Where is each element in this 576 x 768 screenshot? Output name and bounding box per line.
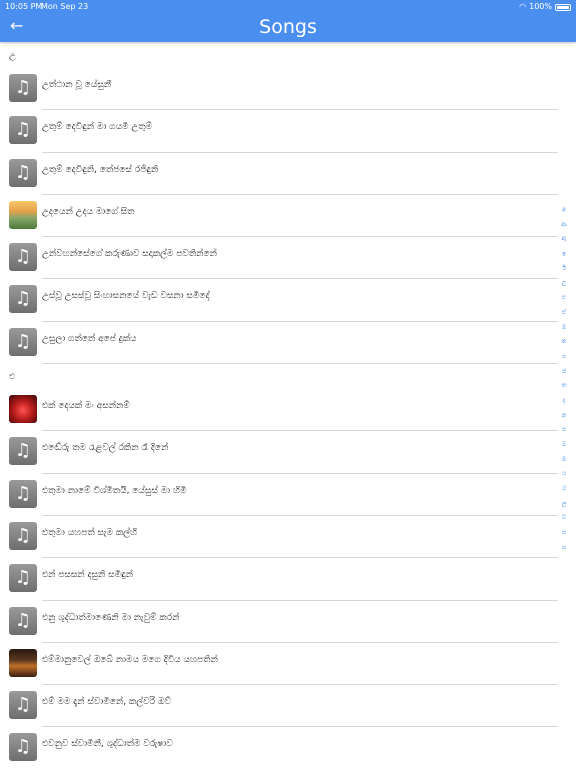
music-note-icon: ♫: [9, 158, 37, 187]
music-note-icon: ♫: [9, 691, 37, 720]
song-list-item[interactable]: ♫ එතුමා නාමේ විශ්මිතයි, යේසුස් මා හිමි: [0, 474, 576, 516]
index-letter[interactable]: ව: [558, 511, 570, 526]
music-note-glyph: ♫: [14, 440, 32, 462]
music-note-icon: ♫: [9, 243, 37, 272]
music-note-glyph: ♫: [14, 288, 32, 310]
song-title: එම්මානුවෙල් ඔබේ නාමය මගෙ දිවිය යහපතින්: [42, 654, 218, 665]
song-list-item[interactable]: ♫ උස්වූ උසස්වූ සිංහාසනයේ වැඩ වසනා සමිදේ: [0, 279, 576, 322]
status-bar: 10:05 PM Mon Sep 23 ◠ 100%: [5, 1, 571, 13]
song-list-item[interactable]: ♫ එතුමා යහපත් සැම කල්හි: [0, 516, 576, 559]
index-letter[interactable]: ය: [558, 467, 570, 482]
song-title: උසුලා ගත්තේ අපේ දුක්ය: [42, 333, 137, 344]
music-note-glyph: ♫: [14, 77, 32, 98]
song-list-item[interactable]: උදයෙන් උදය මාගේ සිත: [0, 195, 576, 238]
song-title: එක් දෙයක් මං අසන්නම්: [42, 401, 130, 412]
index-letter[interactable]: ත: [558, 379, 570, 394]
song-thumbnail-image: [9, 395, 37, 424]
index-letter[interactable]: ආ: [558, 218, 570, 233]
index-letter[interactable]: ඒ: [558, 306, 570, 321]
song-list-item[interactable]: ♫ එවනුව ස්වාමීනී, ශුද්ධාත්ම වරුෂාව: [0, 727, 576, 768]
music-note-icon: ♫: [9, 285, 37, 314]
music-note-glyph: ♫: [14, 609, 32, 631]
music-note-icon: ♫: [9, 606, 37, 635]
index-letter[interactable]: ස: [558, 526, 570, 541]
index-letter[interactable]: න: [558, 409, 570, 424]
index-letter[interactable]: ප: [558, 423, 570, 438]
music-note-icon: ♫: [9, 327, 37, 356]
index-letter[interactable]: ජ: [558, 365, 570, 380]
row-divider: [42, 363, 558, 365]
music-note-glyph: ♫: [14, 524, 32, 546]
song-title: එතුමා යහපත් සැම කල්හි: [42, 527, 138, 538]
wifi-icon: ◠: [519, 2, 527, 11]
index-letter[interactable]: ද: [558, 394, 570, 409]
index-letter[interactable]: ක: [558, 335, 570, 350]
section-header: එ: [9, 372, 16, 383]
song-list-item[interactable]: ♫ එන් පසසන් දසුනි සමිඳුන්: [0, 558, 576, 601]
song-list-item[interactable]: ♫ එනු ශුද්ධාත්මාණෙනි මා නැවුම් කරන්: [0, 601, 576, 643]
music-note-glyph: ♫: [14, 119, 32, 141]
index-letter[interactable]: ඔ: [558, 321, 570, 336]
index-letter[interactable]: බ: [558, 438, 570, 453]
music-note-glyph: ♫: [14, 567, 32, 589]
music-note-glyph: ♫: [14, 482, 32, 504]
music-note-icon: ♫: [9, 733, 37, 762]
index-letter[interactable]: ම: [558, 453, 570, 468]
song-title: එන් පසසන් දසුනි සමිඳුන්: [42, 570, 133, 581]
song-title: එඬේරු තම රැළවල් රකින රෑ දිනේ: [42, 443, 169, 454]
battery-icon: [555, 3, 571, 11]
index-letter[interactable]: එ: [558, 291, 570, 306]
app-header: 10:05 PM Mon Sep 23 ◠ 100% ← Songs: [0, 0, 576, 42]
song-title: උත්ථාන වූ යේසුනී: [42, 80, 112, 90]
index-letter[interactable]: ල: [558, 497, 570, 512]
section-header: උ: [9, 51, 16, 61]
song-title: උස්වූ උසස්වූ සිංහාසනයේ වැඩ වසනා සමිදේ: [42, 291, 210, 302]
status-date: Mon Sep 23: [41, 2, 89, 11]
alphabet-index[interactable]: අආඇඉඊඋඑඒඔකගජතදනපබමයරලවසහ: [558, 203, 570, 556]
index-letter[interactable]: අ: [558, 203, 570, 218]
song-title: එතුමා නාමේ විශ්මිතයි, යේසුස් මා හිමි: [42, 485, 187, 496]
status-right: ◠ 100%: [519, 1, 571, 13]
battery-percent: 100%: [529, 2, 552, 11]
index-letter[interactable]: ඉ: [558, 247, 570, 262]
index-letter[interactable]: උ: [558, 276, 570, 291]
song-list[interactable]: උ ♫ උත්ථාන වූ යේසුනී ♫ උතුම් දෙවිඳුන් මා ගයම…: [0, 43, 576, 768]
song-title: උතුම් දෙවිඳුන් මා ගයමි උතුම්: [42, 122, 153, 133]
song-title: එනු ශුද්ධාත්මාණෙනි මා නැවුම් කරන්: [42, 612, 180, 623]
song-thumbnail-image: [9, 200, 37, 229]
song-thumbnail-image: [9, 648, 37, 677]
song-list-item[interactable]: එක් දෙයක් මං අසන්නම්: [0, 389, 576, 432]
song-list-item[interactable]: ♫ එඬේරු තම රැළවල් රකින රෑ දිනේ: [0, 431, 576, 474]
song-list-item[interactable]: ♫ උතුම් දෙවිඳුනි, තේජසේ රජිඳුනි: [0, 153, 576, 195]
music-note-icon: ♫: [9, 74, 37, 102]
index-letter[interactable]: හ: [558, 541, 570, 556]
music-note-glyph: ♫: [14, 694, 32, 716]
status-time: 10:05 PM: [5, 2, 43, 11]
song-title: උතුම් දෙවිඳුනි, තේජසේ රජිඳුනි: [42, 164, 159, 175]
music-note-icon: ♫: [9, 116, 37, 145]
song-list-item[interactable]: ♫ උත්ථාන වූ යේසුනී: [0, 68, 576, 111]
music-note-glyph: ♫: [14, 161, 32, 183]
music-note-icon: ♫: [9, 521, 37, 550]
music-note-icon: ♫: [9, 437, 37, 466]
music-note-glyph: ♫: [14, 246, 32, 268]
song-list-item[interactable]: එම්මානුවෙල් ඔබේ නාමය මගෙ දිවිය යහපතින්: [0, 643, 576, 686]
music-note-glyph: ♫: [14, 330, 32, 352]
index-letter[interactable]: ඇ: [558, 232, 570, 247]
song-list-item[interactable]: ♫ උන්වහන්සේගේ කරුණාව සදාකල්ම පවතින්නේ: [0, 237, 576, 280]
song-list-item[interactable]: ♫ උසුලා ගත්තේ අපේ දුක්ය: [0, 322, 576, 365]
music-note-icon: ♫: [9, 479, 37, 508]
index-letter[interactable]: ඊ: [558, 262, 570, 277]
song-list-item[interactable]: ♫ උතුම් දෙවිඳුන් මා ගයමි උතුම්: [0, 110, 576, 153]
index-letter[interactable]: ර: [558, 482, 570, 497]
song-title: උදයෙන් උදය මාගේ සිත: [42, 206, 135, 217]
song-list-item[interactable]: ♫ එම් මම දැන් ස්වාමිනේ, කල්වරි ඔව්: [0, 685, 576, 728]
song-title: එම් මම දැන් ස්වාමිනේ, කල්වරි ඔව්: [42, 697, 172, 708]
song-title: එවනුව ස්වාමීනී, ශුද්ධාත්ම වරුෂාව: [42, 739, 173, 750]
index-letter[interactable]: ග: [558, 350, 570, 365]
music-note-glyph: ♫: [14, 736, 32, 758]
song-title: උන්වහන්සේගේ කරුණාව සදාකල්ම පවතින්නේ: [42, 249, 217, 260]
page-title: Songs: [259, 16, 317, 38]
music-note-icon: ♫: [9, 564, 37, 593]
